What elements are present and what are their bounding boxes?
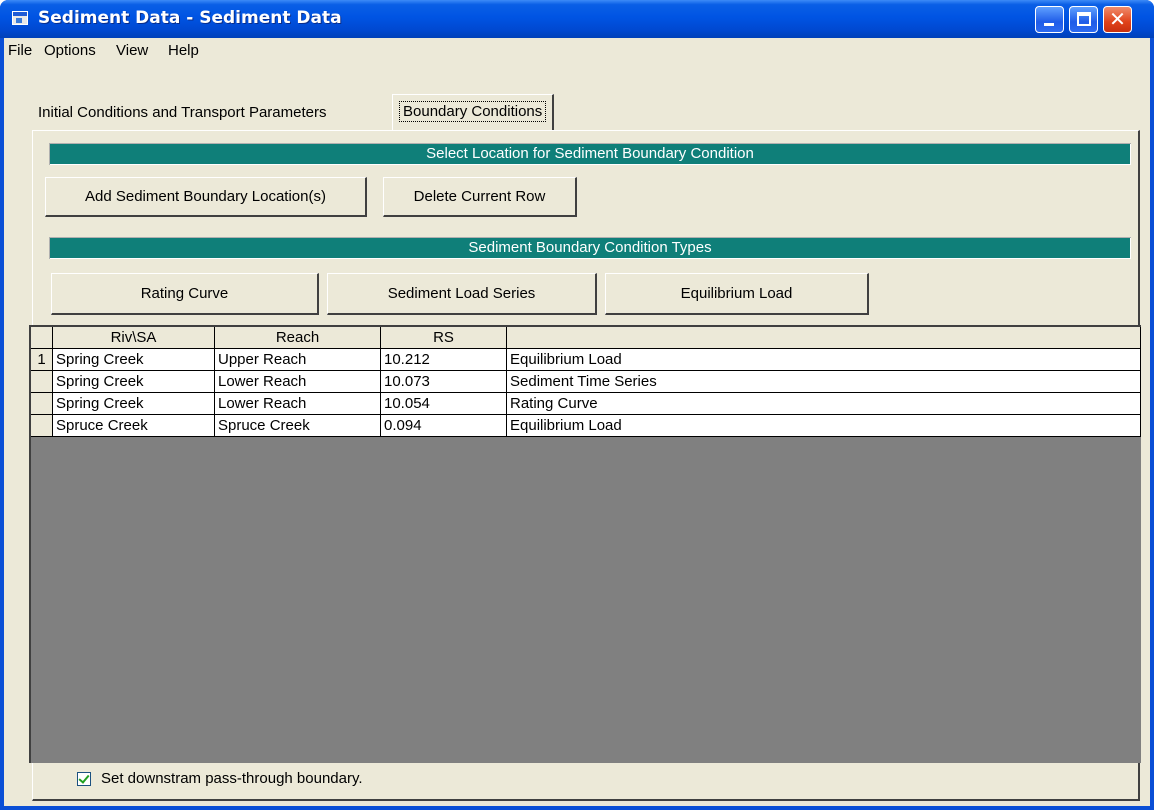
tab-boundary-conditions[interactable]: Boundary Conditions [392,94,555,130]
cell-reach[interactable]: Upper Reach [215,349,381,371]
cell-reach[interactable]: Lower Reach [215,393,381,415]
cell-rs[interactable]: 0.094 [381,415,507,437]
cell-river[interactable]: Spring Creek [53,393,215,415]
cell-boundary-type[interactable]: Rating Curve [507,393,1141,415]
menu-view[interactable]: View [116,42,148,59]
table-row[interactable]: Spring Creek Lower Reach 10.073 Sediment… [31,371,1141,393]
cell-reach[interactable]: Spruce Creek [215,415,381,437]
cell-river[interactable]: Spring Creek [53,371,215,393]
column-header-type[interactable] [507,327,1141,349]
grid-header: Riv\SA Reach RS [31,327,1141,349]
tab-strip: Initial Conditions and Transport Paramet… [4,94,1150,130]
delete-current-row-button[interactable]: Delete Current Row [383,177,577,217]
column-header-rs[interactable]: RS [381,327,507,349]
client-area: File Options View Help Initial Condition… [4,38,1150,806]
minimize-icon [1044,23,1054,26]
title-bar[interactable]: Sediment Data - Sediment Data ✕ [0,0,1154,38]
sediment-load-series-button[interactable]: Sediment Load Series [327,273,597,315]
row-selector[interactable] [31,393,53,415]
column-header-river[interactable]: Riv\SA [53,327,215,349]
table-row[interactable]: Spring Creek Lower Reach 10.054 Rating C… [31,393,1141,415]
maximize-button[interactable] [1069,6,1098,33]
close-button[interactable]: ✕ [1103,6,1132,33]
application-window: Sediment Data - Sediment Data ✕ File Opt… [0,0,1154,810]
rating-curve-button[interactable]: Rating Curve [51,273,319,315]
pass-through-label[interactable]: Set downstram pass-through boundary. [101,770,363,787]
menu-help[interactable]: Help [168,42,199,59]
cell-reach[interactable]: Lower Reach [215,371,381,393]
cell-rs[interactable]: 10.073 [381,371,507,393]
tab-initial-conditions[interactable]: Initial Conditions and Transport Paramet… [32,96,332,130]
cell-river[interactable]: Spring Creek [53,349,215,371]
maximize-icon [1077,12,1091,26]
cell-boundary-type[interactable]: Equilibrium Load [507,415,1141,437]
table-row[interactable]: Spruce Creek Spruce Creek 0.094 Equilibr… [31,415,1141,437]
cell-river[interactable]: Spruce Creek [53,415,215,437]
tab-initial-conditions-label: Initial Conditions and Transport Paramet… [38,104,327,121]
cell-boundary-type[interactable]: Equilibrium Load [507,349,1141,371]
menu-bar: File Options View Help [4,38,1150,64]
tab-boundary-conditions-label: Boundary Conditions [399,101,547,122]
cell-boundary-type[interactable]: Sediment Time Series [507,371,1141,393]
menu-file[interactable]: File [8,42,32,59]
row-selector[interactable]: 1 [31,349,53,371]
header-corner[interactable] [31,327,53,349]
boundary-conditions-panel: Select Location for Sediment Boundary Co… [29,130,1141,801]
types-section-header: Sediment Boundary Condition Types [49,237,1131,259]
menu-options[interactable]: Options [44,42,96,59]
row-selector[interactable] [31,415,53,437]
column-header-reach[interactable]: Reach [215,327,381,349]
boundary-locations-grid[interactable]: Riv\SA Reach RS 1 Spring Creek Upper Rea… [29,325,1141,763]
minimize-button[interactable] [1035,6,1064,33]
pass-through-checkbox[interactable] [77,772,91,786]
cell-rs[interactable]: 10.054 [381,393,507,415]
window-title: Sediment Data - Sediment Data [38,8,342,28]
table-row[interactable]: 1 Spring Creek Upper Reach 10.212 Equili… [31,349,1141,371]
app-window-icon[interactable] [12,11,28,25]
add-boundary-location-button[interactable]: Add Sediment Boundary Location(s) [45,177,367,217]
row-selector[interactable] [31,371,53,393]
location-section-header: Select Location for Sediment Boundary Co… [49,143,1131,165]
cell-rs[interactable]: 10.212 [381,349,507,371]
close-icon: ✕ [1109,7,1126,31]
equilibrium-load-button[interactable]: Equilibrium Load [605,273,869,315]
